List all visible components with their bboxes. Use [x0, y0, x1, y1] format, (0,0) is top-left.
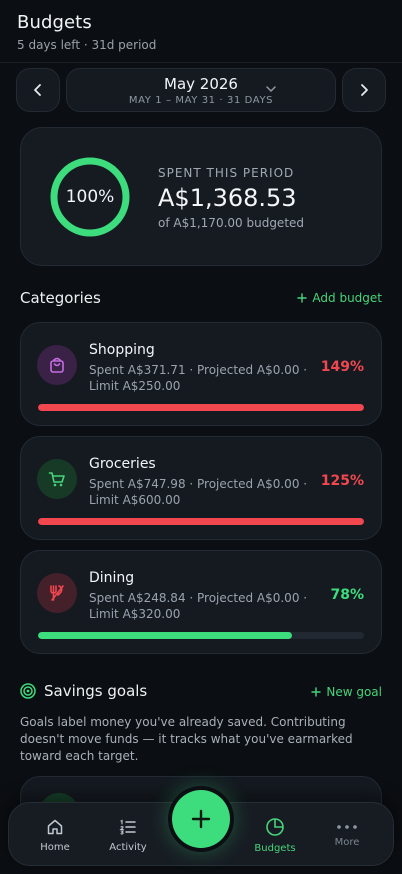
list-icon: [119, 819, 136, 835]
new-goal-button[interactable]: New goal: [311, 685, 382, 699]
add-budget-button[interactable]: Add budget: [297, 291, 382, 305]
savings-goals-title: Savings goals: [44, 682, 148, 700]
category-name: Groceries: [89, 456, 156, 472]
previous-period-button[interactable]: [16, 68, 60, 112]
category-detail: Spent A$248.84 · Projected A$0.00 · Limi…: [89, 591, 308, 621]
category-percent: 149%: [320, 359, 364, 375]
budget-card-dining[interactable]: Dining Spent A$248.84 · Projected A$0.00…: [20, 550, 382, 654]
budget-card-groceries[interactable]: Groceries Spent A$747.98 · Projected A$0…: [20, 436, 382, 540]
progress-ring-label: 100%: [65, 187, 115, 207]
add-transaction-button[interactable]: [172, 790, 230, 848]
category-progress-track: [38, 404, 364, 411]
tab-more[interactable]: More: [311, 803, 383, 867]
tab-budgets[interactable]: Budgets: [239, 803, 311, 867]
category-progress-fill: [38, 632, 293, 639]
categories-heading: Categories: [20, 289, 101, 307]
tab-home-label: Home: [40, 841, 70, 853]
spent-label: SPENT THIS PERIOD: [158, 166, 295, 180]
plus-icon: [297, 293, 308, 303]
period-month: May 2026: [164, 74, 238, 93]
page-subtitle: 5 days left · 31d period: [17, 38, 157, 52]
spent-amount: A$1,368.53: [158, 184, 297, 212]
more-dots-icon: [337, 824, 357, 829]
header-divider: [0, 62, 402, 63]
next-period-button[interactable]: [342, 68, 386, 112]
category-percent: 125%: [320, 473, 364, 489]
category-progress-fill: [38, 404, 364, 411]
tab-home[interactable]: Home: [19, 803, 91, 867]
tab-budgets-label: Budgets: [254, 842, 296, 854]
period-summary-card: 100% SPENT THIS PERIOD A$1,368.53 of A$1…: [20, 127, 382, 266]
period-selector: May 2026 MAY 1 – MAY 31 · 31 DAYS: [16, 68, 386, 112]
tab-activity-label: Activity: [109, 841, 147, 853]
page-header: Budgets 5 days left · 31d period: [17, 12, 156, 52]
category-progress-fill: [38, 518, 364, 525]
target-icon: [20, 683, 36, 699]
budgeted-amount: of A$1,170.00 budgeted: [158, 216, 305, 230]
category-progress-track: [38, 632, 364, 639]
chevron-right-icon: [361, 84, 368, 96]
home-icon: [47, 819, 63, 834]
period-range: MAY 1 – MAY 31 · 31 DAYS: [128, 94, 274, 106]
shopping-bag-icon: [37, 345, 77, 385]
category-progress-track: [38, 518, 364, 525]
plus-icon: [311, 687, 322, 697]
utensils-icon: [37, 573, 77, 613]
savings-goals-heading: Savings goals: [20, 682, 147, 700]
chevron-left-icon: [34, 84, 41, 96]
cart-icon: [37, 459, 77, 499]
chevron-down-icon: [266, 86, 276, 92]
tab-more-label: More: [334, 836, 360, 848]
period-picker[interactable]: May 2026 MAY 1 – MAY 31 · 31 DAYS: [66, 68, 336, 112]
category-name: Dining: [89, 570, 135, 586]
new-goal-label: New goal: [326, 685, 382, 699]
category-detail: Spent A$371.71 · Projected A$0.00 · Limi…: [89, 363, 308, 393]
budget-card-shopping[interactable]: Shopping Spent A$371.71 · Projected A$0.…: [20, 322, 382, 426]
savings-goals-description: Goals label money you've already saved. …: [20, 715, 353, 763]
plus-icon: [191, 809, 211, 829]
page-title: Budgets: [17, 12, 92, 33]
category-detail: Spent A$747.98 · Projected A$0.00 · Limi…: [89, 477, 308, 507]
pie-chart-icon: [266, 817, 284, 836]
category-percent: 78%: [330, 587, 364, 603]
add-budget-label: Add budget: [312, 291, 382, 305]
category-name: Shopping: [89, 342, 155, 358]
tab-activity[interactable]: Activity: [92, 803, 164, 867]
